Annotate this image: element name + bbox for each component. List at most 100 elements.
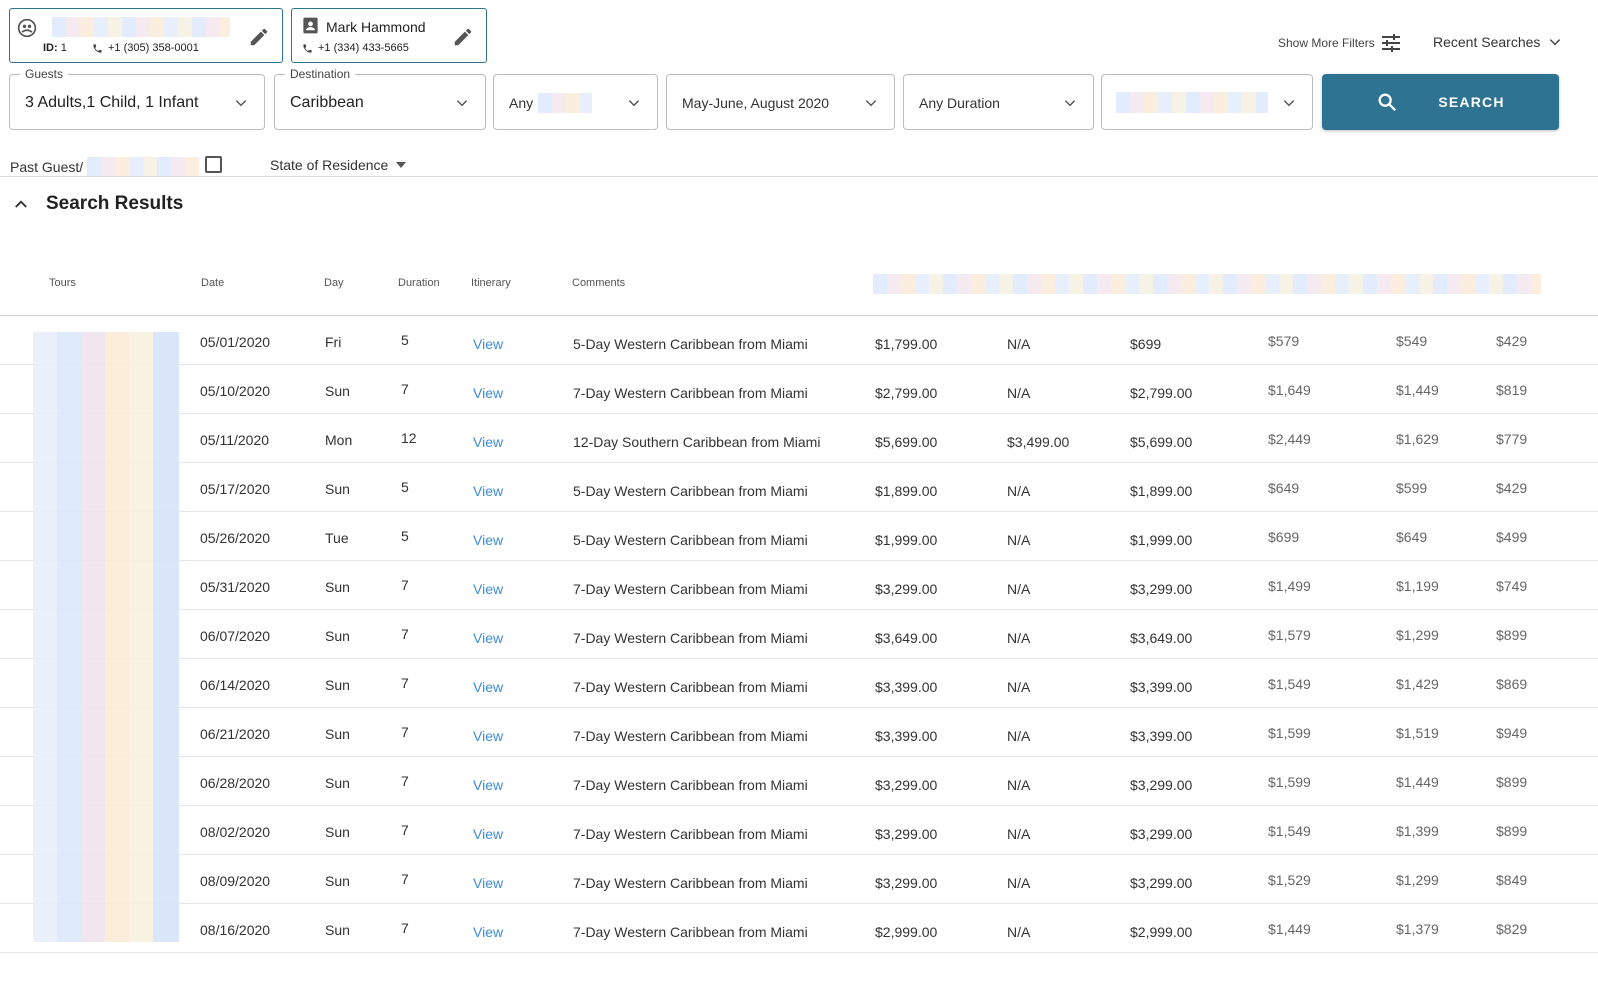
guest-name: Mark Hammond xyxy=(326,19,426,35)
guest-card-primary[interactable]: ID: 1 +1 (305) 358-0001 xyxy=(9,8,283,63)
price-cell-6: $749 xyxy=(1496,578,1528,594)
search-button[interactable]: SEARCH xyxy=(1322,74,1559,130)
price-cell-4: $1,529 xyxy=(1268,872,1311,888)
past-guest-checkbox[interactable] xyxy=(205,156,222,173)
price-cell-1: $1,899.00 xyxy=(875,483,938,499)
edit-pencil-icon[interactable] xyxy=(452,26,474,48)
table-row[interactable]: 05/31/2020 Sun 7 View 7-Day Western Caribbea… xyxy=(0,561,1598,610)
price-cell-2: N/A xyxy=(1007,875,1031,891)
day-cell: Sun xyxy=(325,383,350,399)
price-cell-5: $1,449 xyxy=(1396,382,1439,398)
itinerary-view-link[interactable]: View xyxy=(473,924,503,940)
date-cell: 08/02/2020 xyxy=(200,824,271,840)
type-select[interactable]: Any xyxy=(493,74,658,130)
phone-icon xyxy=(93,43,102,53)
price-cell-6: $499 xyxy=(1496,529,1528,545)
column-header-itinerary[interactable]: Itinerary xyxy=(471,277,511,289)
duration-cell: 7 xyxy=(401,626,409,642)
column-header-tours[interactable]: Tours xyxy=(49,277,76,289)
duration-cell: 12 xyxy=(401,430,417,446)
show-more-filters-button[interactable]: Show More Filters xyxy=(1278,34,1401,52)
column-header-duration[interactable]: Duration xyxy=(398,277,440,289)
itinerary-view-link[interactable]: View xyxy=(473,777,503,793)
price-cell-5: $1,629 xyxy=(1396,431,1439,447)
price-cell-2: N/A xyxy=(1007,728,1031,744)
duration-cell: 7 xyxy=(401,675,409,691)
price-cell-3: $699 xyxy=(1130,336,1162,352)
itinerary-view-link[interactable]: View xyxy=(473,483,503,499)
guest-card-secondary[interactable]: Mark Hammond +1 (334) 433-5665 xyxy=(291,8,487,63)
table-row[interactable]: 06/21/2020 Sun 7 View 7-Day Western Caribbea… xyxy=(0,708,1598,757)
chevron-down-icon xyxy=(1283,100,1295,107)
price-cell-4: $1,549 xyxy=(1268,823,1311,839)
table-row[interactable]: 06/28/2020 Sun 7 View 7-Day Western Caribbea… xyxy=(0,757,1598,806)
price-cell-1: $3,399.00 xyxy=(875,679,938,695)
itinerary-view-link[interactable]: View xyxy=(473,385,503,401)
day-cell: Tue xyxy=(325,530,349,546)
price-cell-6: $949 xyxy=(1496,725,1528,741)
price-cell-3: $3,299.00 xyxy=(1130,826,1193,842)
comments-cell: 7-Day Western Caribbean from Miami xyxy=(573,728,808,744)
price-cell-1: $3,299.00 xyxy=(875,875,938,891)
state-of-residence-dropdown[interactable]: State of Residence xyxy=(270,157,407,173)
duration-cell: 7 xyxy=(401,871,409,887)
destination-select[interactable]: Destination Caribbean xyxy=(274,67,486,130)
duration-cell: 7 xyxy=(401,577,409,593)
itinerary-view-link[interactable]: View xyxy=(473,630,503,646)
duration-cell: 5 xyxy=(401,332,409,348)
duration-cell: 5 xyxy=(401,528,409,544)
itinerary-view-link[interactable]: View xyxy=(473,728,503,744)
price-cell-5: $1,299 xyxy=(1396,627,1439,643)
table-row[interactable]: 05/11/2020 Mon 12 View 12-Day Southern Carib… xyxy=(0,414,1598,463)
price-cell-6: $779 xyxy=(1496,431,1528,447)
guests-select[interactable]: Guests 3 Adults,1 Child, 1 Infant xyxy=(9,67,265,130)
price-cell-3: $3,299.00 xyxy=(1130,875,1193,891)
destination-field-label: Destination xyxy=(285,67,356,81)
show-more-filters-label: Show More Filters xyxy=(1278,36,1375,50)
price-cell-4: $1,579 xyxy=(1268,627,1311,643)
table-row[interactable]: 06/07/2020 Sun 7 View 7-Day Western Caribbea… xyxy=(0,610,1598,659)
search-results-toggle[interactable]: Search Results xyxy=(12,193,183,215)
date-cell: 08/09/2020 xyxy=(200,873,271,889)
duration-select[interactable]: Any Duration xyxy=(903,74,1094,130)
itinerary-view-link[interactable]: View xyxy=(473,434,503,450)
extra-filter-select[interactable] xyxy=(1101,74,1313,130)
table-row[interactable]: 06/14/2020 Sun 7 View 7-Day Western Caribbea… xyxy=(0,659,1598,708)
price-cell-5: $649 xyxy=(1396,529,1428,545)
recent-searches-dropdown[interactable]: Recent Searches xyxy=(1433,34,1562,50)
table-row[interactable]: 05/10/2020 Sun 7 View 7-Day Western Caribbea… xyxy=(0,365,1598,414)
table-row[interactable]: 08/02/2020 Sun 7 View 7-Day Western Caribbea… xyxy=(0,806,1598,855)
table-row[interactable]: 05/17/2020 Sun 5 View 5-Day Western Caribbea… xyxy=(0,463,1598,512)
comments-cell: 5-Day Western Caribbean from Miami xyxy=(573,532,808,548)
itinerary-view-link[interactable]: View xyxy=(473,875,503,891)
itinerary-view-link[interactable]: View xyxy=(473,336,503,352)
itinerary-view-link[interactable]: View xyxy=(473,532,503,548)
duration-cell: 7 xyxy=(401,724,409,740)
table-row[interactable]: 05/26/2020 Tue 5 View 5-Day Western Caribbea… xyxy=(0,512,1598,561)
price-cell-3: $3,299.00 xyxy=(1130,777,1193,793)
price-cell-4: $1,449 xyxy=(1268,921,1311,937)
price-cell-1: $3,299.00 xyxy=(875,777,938,793)
price-cell-3: $5,699.00 xyxy=(1130,434,1193,450)
price-cell-3: $2,999.00 xyxy=(1130,924,1193,940)
comments-cell: 7-Day Western Caribbean from Miami xyxy=(573,826,808,842)
column-header-comments[interactable]: Comments xyxy=(572,277,625,289)
table-row[interactable]: 08/09/2020 Sun 7 View 7-Day Western Caribbea… xyxy=(0,855,1598,904)
duration-cell: 7 xyxy=(401,822,409,838)
price-column-headers-redacted xyxy=(873,274,1541,294)
comments-cell: 7-Day Western Caribbean from Miami xyxy=(573,630,808,646)
edit-pencil-icon[interactable] xyxy=(248,26,270,48)
itinerary-view-link[interactable]: View xyxy=(473,679,503,695)
price-cell-4: $1,599 xyxy=(1268,774,1311,790)
column-header-day[interactable]: Day xyxy=(324,277,344,289)
date-cell: 06/21/2020 xyxy=(200,726,271,742)
date-cell: 08/16/2020 xyxy=(200,922,271,938)
table-row[interactable]: 08/16/2020 Sun 7 View 7-Day Western Caribbea… xyxy=(0,904,1598,953)
duration-cell: 7 xyxy=(401,920,409,936)
dates-select[interactable]: May-June, August 2020 xyxy=(666,74,895,130)
guest-phone: +1 (305) 358-0001 xyxy=(92,42,199,54)
itinerary-view-link[interactable]: View xyxy=(473,581,503,597)
itinerary-view-link[interactable]: View xyxy=(473,826,503,842)
table-row[interactable]: 05/01/2020 Fri 5 View 5-Day Western Caribbea… xyxy=(0,316,1598,365)
column-header-date[interactable]: Date xyxy=(201,277,224,289)
